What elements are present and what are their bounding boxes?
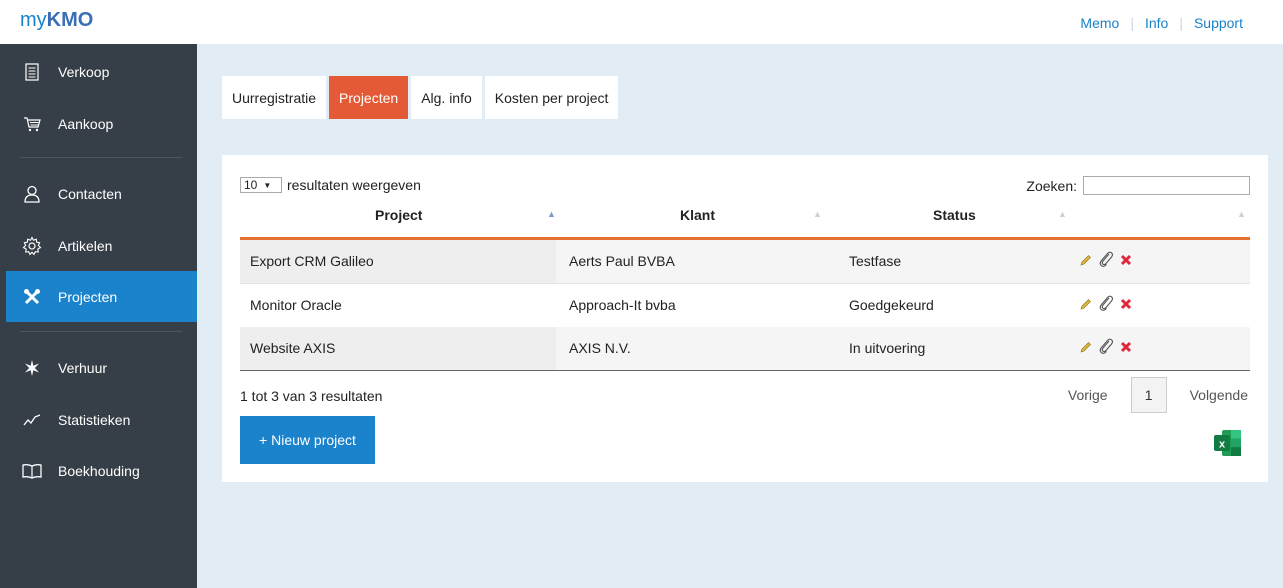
cell-status: In uitvoering	[849, 340, 926, 356]
book-icon	[22, 461, 42, 481]
projects-panel: 10 ▼ resultaten weergeven Zoeken: Projec…	[222, 155, 1268, 482]
cell-project: Export CRM Galileo	[250, 253, 374, 269]
column-header-klant[interactable]: Klant	[680, 207, 715, 223]
delete-x-icon[interactable]	[1120, 340, 1132, 356]
sidebar-item-artikelen[interactable]: Artikelen	[0, 220, 197, 271]
chart-line-icon	[22, 410, 42, 430]
tab-projecten[interactable]: Projecten	[329, 76, 412, 119]
sidebar: Verkoop Aankoop Contacten Artikelen Proj…	[0, 44, 197, 588]
sidebar-item-verhuur[interactable]: Verhuur	[0, 342, 197, 393]
sidebar-item-label: Artikelen	[58, 237, 113, 254]
caret-down-icon: ▼	[263, 180, 272, 190]
memo-link[interactable]: Memo	[1080, 15, 1119, 31]
cell-project: Website AXIS	[250, 340, 336, 356]
results-info: 1 tot 3 van 3 resultaten	[240, 388, 383, 404]
page-length-select[interactable]: 10 ▼	[240, 177, 282, 193]
table-row[interactable]: Export CRM Galileo Aerts Paul BVBA Testf…	[240, 240, 1250, 284]
info-link[interactable]: Info	[1145, 15, 1168, 31]
column-header-status[interactable]: Status	[933, 207, 976, 223]
row-actions	[1080, 294, 1132, 315]
row-actions	[1080, 337, 1132, 358]
sidebar-item-label: Contacten	[58, 185, 122, 202]
sidebar-item-contacten[interactable]: Contacten	[0, 168, 197, 219]
top-links: Memo | Info | Support	[1080, 15, 1243, 31]
sidebar-item-aankoop[interactable]: Aankoop	[0, 98, 197, 149]
gear-icon	[22, 235, 42, 256]
cell-status: Testfase	[849, 253, 902, 269]
edit-pencil-icon[interactable]	[1080, 253, 1092, 269]
sort-icon[interactable]: ▲	[1237, 209, 1246, 219]
cell-klant: Aerts Paul BVBA	[569, 253, 675, 269]
attachment-paperclip-icon[interactable]	[1098, 337, 1114, 358]
sidebar-item-label: Boekhouding	[58, 462, 140, 479]
page-length-label: resultaten weergeven	[287, 177, 421, 193]
sidebar-item-label: Verhuur	[58, 359, 108, 376]
sort-asc-icon[interactable]: ▲	[547, 209, 556, 219]
table-footer-line	[240, 370, 1250, 371]
search-control: Zoeken:	[1026, 176, 1250, 195]
cart-icon	[22, 114, 42, 134]
cell-project: Monitor Oracle	[250, 297, 342, 313]
delete-x-icon[interactable]	[1120, 297, 1132, 313]
logo-my: my	[20, 9, 47, 31]
logo-kmo: KMO	[46, 9, 94, 31]
attachment-paperclip-icon[interactable]	[1098, 294, 1114, 315]
new-project-button[interactable]: + Nieuw project	[240, 416, 375, 464]
cell-klant: AXIS N.V.	[569, 340, 631, 356]
app-logo[interactable]: myKMO	[20, 9, 93, 32]
sort-icon[interactable]: ▲	[1058, 209, 1067, 219]
link-separator: |	[1179, 15, 1183, 31]
tab-alg-info[interactable]: Alg. info	[411, 76, 485, 119]
column-header-project[interactable]: Project	[375, 207, 422, 223]
tab-bar: Uurregistratie Projecten Alg. info Koste…	[222, 76, 619, 119]
delete-x-icon[interactable]	[1120, 253, 1132, 269]
search-label: Zoeken:	[1026, 177, 1077, 194]
table-header: Project ▲ Klant ▲ Status ▲ ▲	[240, 201, 1250, 240]
page-length-control: 10 ▼ resultaten weergeven	[240, 177, 421, 193]
sidebar-item-label: Verkoop	[58, 63, 110, 80]
attachment-paperclip-icon[interactable]	[1098, 250, 1114, 271]
sidebar-item-projecten[interactable]: Projecten	[6, 271, 197, 322]
sidebar-item-statistieken[interactable]: Statistieken	[0, 394, 197, 445]
tab-kosten-per-project[interactable]: Kosten per project	[484, 76, 619, 119]
table-row[interactable]: Website AXIS AXIS N.V. In uitvoering	[240, 327, 1250, 371]
sidebar-item-label: Projecten	[58, 288, 118, 305]
person-icon	[22, 184, 42, 204]
sidebar-item-boekhouding[interactable]: Boekhouding	[0, 445, 197, 496]
page-length-value: 10	[244, 178, 258, 192]
sidebar-divider	[20, 157, 182, 158]
page-button[interactable]: 1	[1130, 377, 1167, 413]
sidebar-divider	[20, 331, 182, 332]
search-input[interactable]	[1083, 176, 1250, 195]
document-icon	[22, 62, 42, 82]
link-separator: |	[1130, 15, 1134, 31]
sidebar-item-verkoop[interactable]: Verkoop	[0, 46, 197, 97]
excel-export-icon[interactable]: x	[1213, 428, 1243, 458]
sidebar-item-label: Aankoop	[58, 115, 114, 132]
excel-letter: x	[1219, 439, 1226, 451]
support-link[interactable]: Support	[1194, 15, 1243, 31]
table-row[interactable]: Monitor Oracle Approach-It bvba Goedgeke…	[240, 284, 1250, 328]
top-bar: myKMO Memo | Info | Support	[0, 0, 1283, 44]
sidebar-item-label: Statistieken	[58, 411, 131, 428]
edit-pencil-icon[interactable]	[1080, 340, 1092, 356]
tab-uurregistratie[interactable]: Uurregistratie	[222, 76, 330, 119]
pagination: Vorige 1 Volgende	[1068, 377, 1248, 413]
star-icon	[22, 358, 42, 378]
previous-page-button[interactable]: Vorige	[1068, 387, 1108, 403]
cell-klant: Approach-It bvba	[569, 297, 676, 313]
next-page-button[interactable]: Volgende	[1190, 387, 1248, 403]
edit-pencil-icon[interactable]	[1080, 297, 1092, 313]
sort-icon[interactable]: ▲	[813, 209, 822, 219]
tools-icon	[22, 287, 42, 307]
cell-status: Goedgekeurd	[849, 297, 934, 313]
row-actions	[1080, 250, 1132, 271]
